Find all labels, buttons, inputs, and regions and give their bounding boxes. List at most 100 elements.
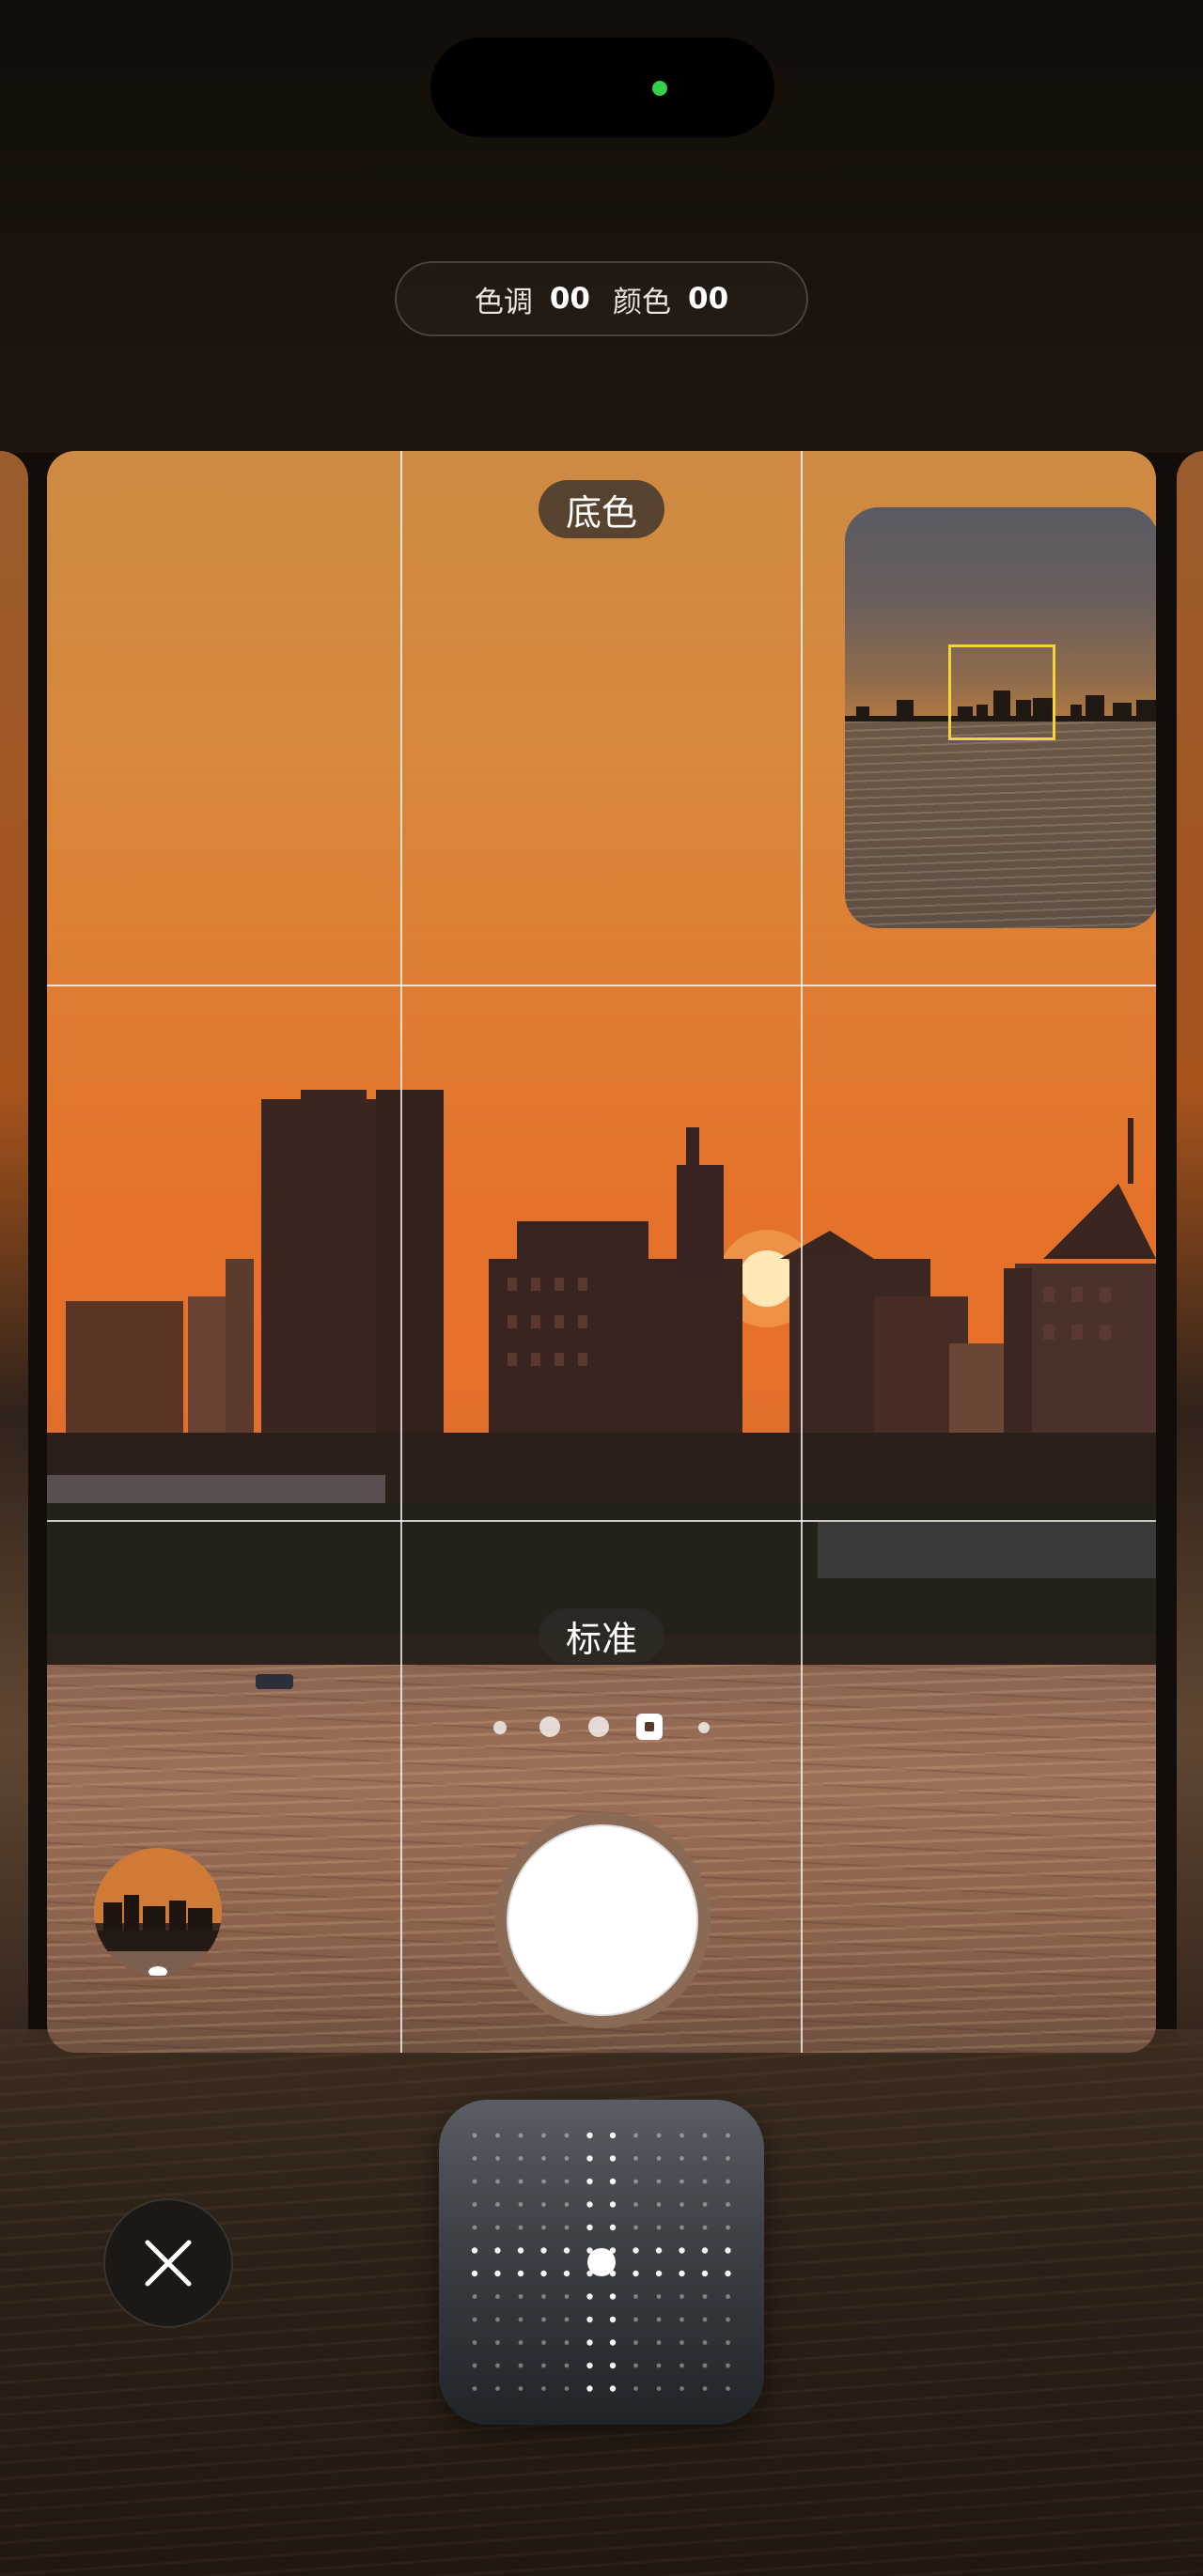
- pad-grid-dot: [472, 2386, 477, 2391]
- pad-grid-dot: [656, 2294, 662, 2299]
- pad-grid-dot: [609, 2224, 617, 2231]
- pad-grid-dot: [586, 2132, 593, 2139]
- pad-grid-dot: [680, 2386, 684, 2391]
- pad-grid-dot: [702, 2202, 708, 2207]
- pad-grid-dot: [495, 2225, 500, 2230]
- pad-grid-dot: [586, 2293, 593, 2300]
- pad-grid-dot: [609, 2293, 617, 2300]
- pad-grid-dot: [586, 2155, 593, 2162]
- pad-grid-dot: [564, 2363, 570, 2368]
- pad-grid-dot: [633, 2363, 638, 2368]
- pad-grid-dot: [725, 2247, 731, 2254]
- pad-grid-dot: [495, 2294, 500, 2299]
- pad-grid-dot: [680, 2133, 684, 2138]
- pad-grid-dot: [655, 2270, 663, 2277]
- pad-grid-dot: [726, 2179, 730, 2184]
- pad-grid-dot: [702, 2179, 708, 2184]
- pad-grid-dot: [702, 2317, 708, 2322]
- preview-focus-frame[interactable]: [948, 644, 1055, 740]
- pad-grid-dot: [702, 2225, 708, 2230]
- pad-grid-dot: [472, 2340, 477, 2345]
- pad-grid-dot: [541, 2225, 546, 2230]
- gallery-thumbnail-image: [94, 1848, 222, 1976]
- pad-grid-dot: [633, 2247, 639, 2254]
- pad-grid-dot: [656, 2386, 662, 2391]
- pad-grid-dot: [726, 2317, 730, 2322]
- zoom-dot-5[interactable]: [698, 1722, 710, 1733]
- pad-grid-dot: [609, 2339, 617, 2346]
- pad-grid-dot: [680, 2363, 684, 2368]
- preview-water: [845, 722, 1156, 928]
- pad-grid-dot: [633, 2156, 638, 2161]
- tone-color-pad-icon: [471, 2132, 731, 2392]
- pad-grid-dot: [518, 2340, 523, 2345]
- camera-active-indicator: [652, 81, 667, 96]
- pad-grid-dot: [472, 2133, 477, 2138]
- pad-grid-dot: [586, 2339, 593, 2346]
- pad-grid-dot: [725, 2270, 731, 2277]
- previous-style-card[interactable]: [0, 451, 28, 2053]
- grid-line-vertical-1: [400, 451, 402, 2053]
- pad-grid-dot: [564, 2294, 570, 2299]
- pad-grid-dot: [564, 2317, 570, 2322]
- pad-grid-dot: [679, 2270, 685, 2277]
- pad-grid-dot: [541, 2386, 546, 2391]
- grid-line-horizontal-2: [47, 1520, 1156, 1522]
- pad-grid-dot: [563, 2270, 570, 2277]
- pad-grid-dot: [495, 2202, 500, 2207]
- style-mode-label: 底色: [539, 480, 664, 538]
- camera-viewfinder[interactable]: 底色 标准: [47, 451, 1156, 2053]
- pad-grid-dot: [633, 2386, 638, 2391]
- pad-grid-dot: [541, 2133, 546, 2138]
- pad-grid-dot: [518, 2179, 523, 2184]
- pad-grid-dot: [656, 2202, 662, 2207]
- pad-grid-dot: [702, 2340, 708, 2345]
- pad-grid-dot: [680, 2156, 684, 2161]
- pad-grid-dot: [495, 2133, 500, 2138]
- pad-grid-dot: [586, 2362, 593, 2369]
- tone-color-pad[interactable]: [439, 2100, 764, 2425]
- zoom-dot-active[interactable]: [636, 1714, 663, 1740]
- shutter-button[interactable]: [494, 1812, 711, 2028]
- pad-grid-dot: [633, 2340, 638, 2345]
- pad-grid-dot: [472, 2363, 477, 2368]
- grid-line-vertical-2: [801, 451, 803, 2053]
- pad-grid-dot: [609, 2385, 617, 2392]
- pad-grid-dot: [518, 2363, 523, 2368]
- dynamic-island: [430, 38, 774, 137]
- color-adjustment[interactable]: 颜色 00: [613, 278, 728, 320]
- next-style-card[interactable]: [1177, 451, 1203, 2053]
- tone-adjustment[interactable]: 色调 00: [475, 278, 590, 320]
- pad-grid-dot: [495, 2317, 500, 2322]
- tone-value: 00: [549, 282, 590, 316]
- pad-grid-dot: [609, 2316, 617, 2323]
- pad-grid-dot: [633, 2270, 639, 2277]
- pad-grid-dot: [541, 2202, 546, 2207]
- pad-grid-dot: [702, 2363, 708, 2368]
- pad-grid-dot: [609, 2132, 617, 2139]
- pad-grid-dot: [518, 2156, 523, 2161]
- pad-grid-dot: [726, 2156, 730, 2161]
- pad-grid-dot: [586, 2385, 593, 2392]
- pad-grid-dot: [656, 2317, 662, 2322]
- gallery-thumbnail[interactable]: [94, 1848, 222, 1976]
- tone-color-adjustment-bar[interactable]: 色调 00 颜色 00: [395, 261, 808, 336]
- pad-grid-dot: [633, 2317, 638, 2322]
- pad-grid-dot: [495, 2340, 500, 2345]
- pad-grid-dot: [702, 2156, 708, 2161]
- pad-grid-dot: [472, 2179, 477, 2184]
- zoom-dot-2[interactable]: [539, 1716, 560, 1737]
- pad-grid-dot: [633, 2294, 638, 2299]
- pad-grid-dot: [564, 2133, 570, 2138]
- zoom-dot-3[interactable]: [588, 1716, 609, 1737]
- pad-grid-dot: [495, 2156, 500, 2161]
- navigation-preview[interactable]: [845, 507, 1156, 928]
- pad-grid-dot: [680, 2317, 684, 2322]
- pad-grid-dot: [518, 2317, 523, 2322]
- pad-grid-dot: [586, 2316, 593, 2323]
- close-button[interactable]: [103, 2198, 233, 2328]
- pad-selector-knob[interactable]: [587, 2248, 616, 2276]
- zoom-dot-1[interactable]: [493, 1721, 507, 1734]
- pad-grid-dot: [495, 2363, 500, 2368]
- pad-grid-dot: [494, 2270, 501, 2277]
